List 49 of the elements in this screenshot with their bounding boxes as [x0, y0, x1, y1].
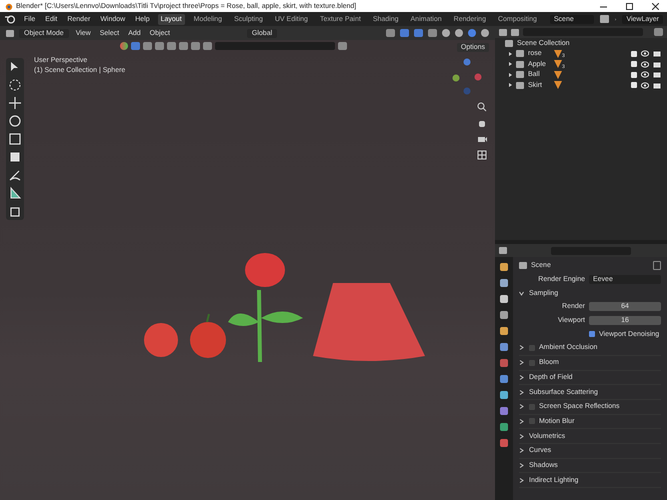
checkbox[interactable]	[529, 418, 535, 424]
expand-arrow-icon[interactable]	[509, 52, 512, 56]
dashed-circle-icon[interactable]	[8, 78, 22, 92]
chevron-icon[interactable]	[519, 418, 524, 424]
eye-icon[interactable]	[641, 50, 649, 58]
scale-icon[interactable]	[8, 132, 22, 146]
rotate-icon[interactable]	[8, 114, 22, 128]
eye-icon[interactable]	[641, 60, 649, 68]
solid-shading-icon[interactable]	[455, 29, 463, 37]
checkbox[interactable]	[631, 72, 637, 78]
search-field[interactable]	[215, 42, 335, 50]
checkbox[interactable]	[529, 404, 535, 410]
chevron-icon[interactable]	[519, 374, 524, 380]
checkbox[interactable]	[631, 82, 637, 88]
blender-logo-icon	[3, 2, 13, 10]
maximize-icon[interactable]	[626, 2, 633, 10]
transform-icon[interactable]	[8, 150, 22, 164]
navigation-gizmo-drawing[interactable]	[452, 58, 482, 96]
chevron-icon[interactable]	[519, 478, 524, 483]
pin-icon[interactable]	[653, 261, 661, 270]
blender-logo-icon[interactable]	[4, 14, 16, 24]
chevron-icon[interactable]	[519, 448, 524, 454]
expand-arrow-icon[interactable]	[509, 62, 512, 66]
expand-arrow-icon[interactable]	[509, 83, 512, 88]
rendered-shading-icon[interactable]	[481, 29, 489, 37]
checkbox[interactable]	[589, 331, 595, 338]
checkbox[interactable]	[631, 61, 637, 68]
eye-icon[interactable]	[641, 82, 649, 89]
chevron-icon[interactable]	[519, 434, 524, 439]
eye-icon[interactable]	[641, 71, 649, 78]
chevron-icon[interactable]	[519, 462, 524, 468]
chevron-icon[interactable]	[519, 290, 524, 296]
checkbox[interactable]	[631, 50, 637, 57]
checkbox[interactable]	[529, 360, 535, 366]
chevron-icon[interactable]	[519, 345, 524, 350]
chevron-icon[interactable]	[519, 360, 524, 366]
checkbox[interactable]	[529, 344, 535, 351]
expand-arrow-icon[interactable]	[509, 72, 512, 77]
four-arrows-icon[interactable]	[8, 96, 22, 110]
chevron-icon[interactable]	[519, 390, 524, 395]
material-shading-icon[interactable]	[468, 29, 476, 37]
visibility-icon[interactable]	[120, 42, 128, 50]
chevron-icon[interactable]	[519, 404, 524, 410]
zoom-icon[interactable]	[477, 102, 487, 112]
wireframe-shading-icon[interactable]	[442, 29, 450, 37]
grid-icon[interactable]	[477, 150, 487, 160]
pencil-icon[interactable]	[8, 168, 22, 182]
camera-icon[interactable]	[477, 134, 487, 144]
ruler-icon[interactable]	[8, 186, 22, 200]
